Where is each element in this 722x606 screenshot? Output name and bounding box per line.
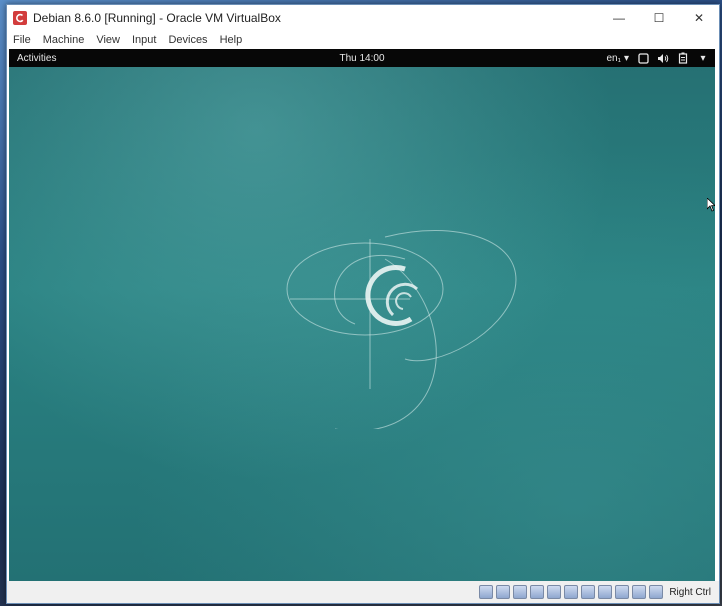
status-bar: Right Ctrl: [7, 581, 719, 603]
virtualbox-window: Debian 8.6.0 [Running] - Oracle VM Virtu…: [6, 4, 720, 604]
window-title: Debian 8.6.0 [Running] - Oracle VM Virtu…: [33, 11, 281, 25]
system-tray: en₁ ▾ ▾: [606, 49, 709, 67]
floppy-icon[interactable]: [547, 585, 562, 599]
harddisk-icon[interactable]: [479, 585, 494, 599]
display-icon[interactable]: [564, 585, 579, 599]
window-controls: — ☐ ✕: [599, 5, 719, 31]
mouse-integration-icon[interactable]: [649, 585, 664, 599]
shared-folders-icon[interactable]: [615, 585, 630, 599]
usb-icon[interactable]: [598, 585, 613, 599]
menu-input[interactable]: Input: [132, 34, 156, 46]
menu-help[interactable]: Help: [220, 34, 243, 46]
virtualbox-app-icon: [13, 11, 27, 25]
close-button[interactable]: ✕: [679, 5, 719, 31]
menu-machine[interactable]: Machine: [43, 34, 85, 46]
host-key-label: Right Ctrl: [669, 586, 711, 598]
device-status-icons: [479, 585, 664, 599]
menu-devices[interactable]: Devices: [168, 34, 207, 46]
menu-file[interactable]: File: [13, 34, 31, 46]
debian-swirl-logo: [286, 230, 517, 429]
chevron-down-icon: ▾: [623, 52, 629, 64]
gnome-top-bar: Activities Thu 14:00 en₁ ▾ ▾: [9, 49, 715, 67]
volume-icon[interactable]: [657, 52, 669, 64]
language-indicator[interactable]: en₁ ▾: [606, 53, 629, 64]
battery-icon[interactable]: [677, 52, 689, 64]
activities-button[interactable]: Activities: [17, 53, 56, 64]
pencil-icon[interactable]: [530, 585, 545, 599]
dropdown-arrow-icon[interactable]: ▾: [697, 52, 709, 64]
mouse-cursor-icon: [707, 198, 715, 212]
vm-display[interactable]: Activities Thu 14:00 en₁ ▾ ▾: [9, 49, 715, 581]
audio-icon[interactable]: [513, 585, 528, 599]
optical-drive-icon[interactable]: [496, 585, 511, 599]
maximize-button[interactable]: ☐: [639, 5, 679, 31]
menu-bar: File Machine View Input Devices Help: [7, 31, 719, 49]
minimize-button[interactable]: —: [599, 5, 639, 31]
title-bar[interactable]: Debian 8.6.0 [Running] - Oracle VM Virtu…: [7, 5, 719, 31]
screen-icon[interactable]: [637, 52, 649, 64]
recording-icon[interactable]: [632, 585, 647, 599]
language-label: en₁: [606, 52, 621, 64]
network-icon[interactable]: [581, 585, 596, 599]
menu-view[interactable]: View: [96, 34, 120, 46]
